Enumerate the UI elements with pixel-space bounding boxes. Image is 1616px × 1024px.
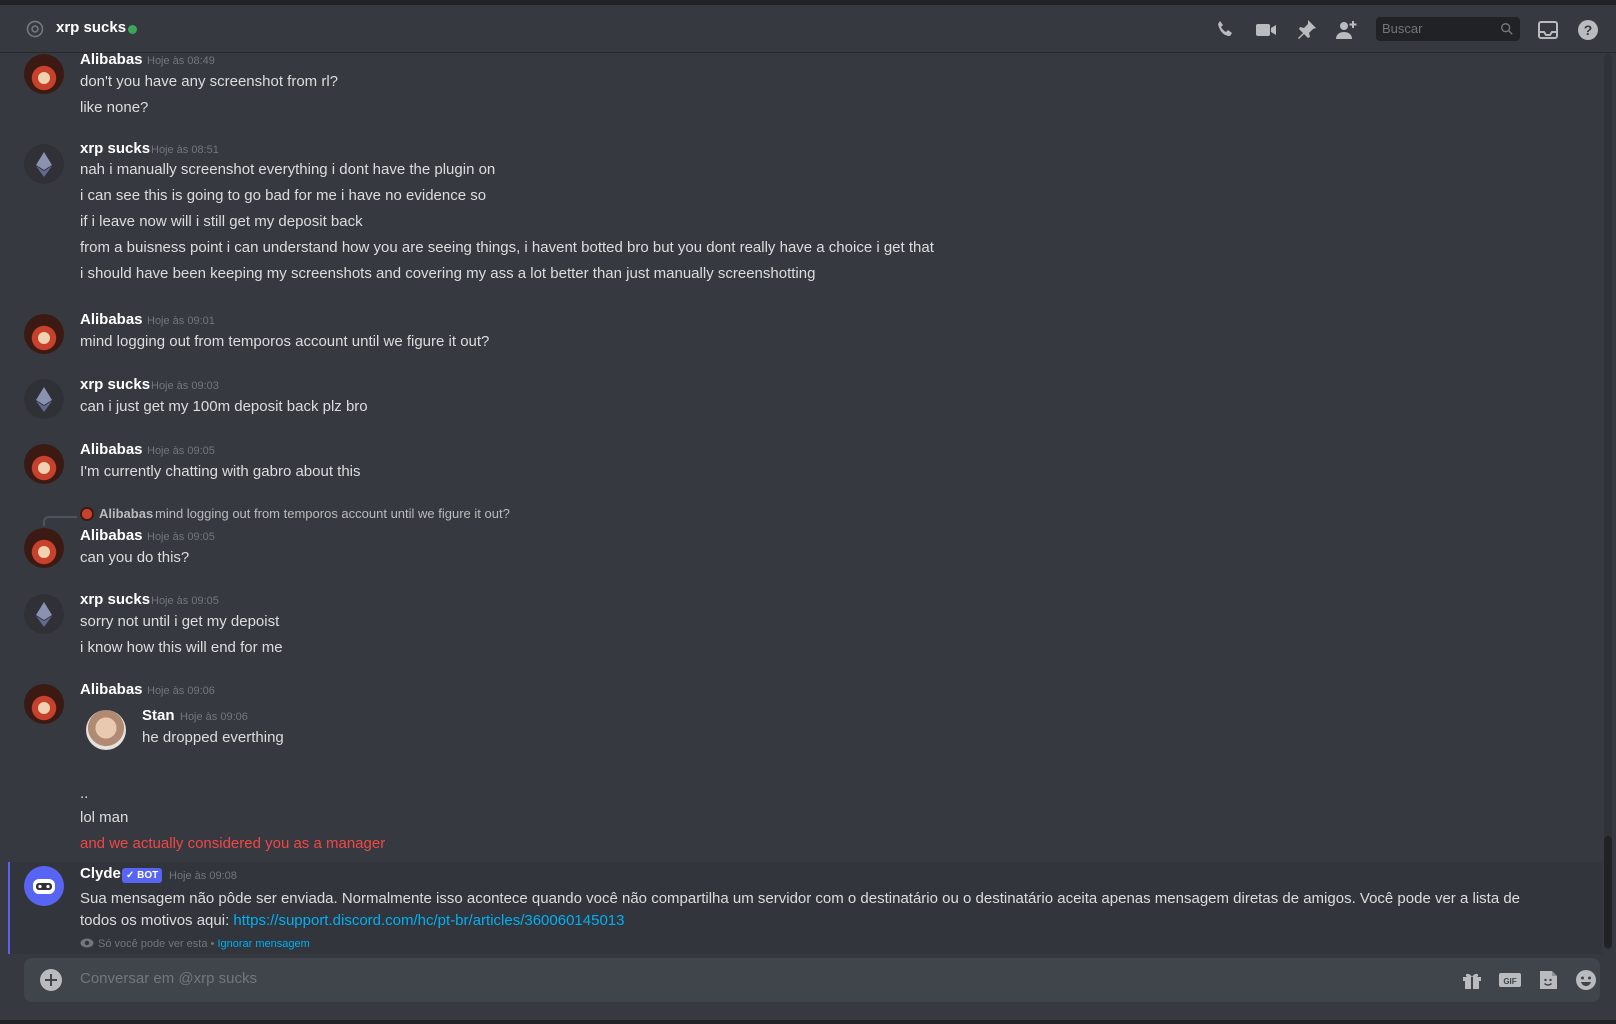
gif-icon[interactable]: GIF xyxy=(1498,968,1522,992)
avatar[interactable] xyxy=(24,594,64,634)
online-status-icon xyxy=(128,25,137,34)
svg-text:?: ? xyxy=(1584,22,1593,38)
window-bottom-bar xyxy=(0,1020,1616,1024)
avatar[interactable] xyxy=(24,54,64,94)
sticker-icon[interactable] xyxy=(1536,968,1560,992)
username[interactable]: Alibabas xyxy=(80,527,143,544)
username[interactable]: Alibabas xyxy=(80,51,143,68)
bot-badge: ✓ BOT xyxy=(122,868,163,883)
pin-icon[interactable] xyxy=(1294,18,1318,42)
message-text: I'm currently chatting with gabro about … xyxy=(80,463,361,480)
timestamp: Hoje às 09:03 xyxy=(151,380,219,392)
ethereum-icon xyxy=(36,152,52,177)
timestamp: Hoje às 09:05 xyxy=(151,595,219,607)
message-text: like none? xyxy=(80,99,149,116)
ephemeral-note: Só você pode ver esta • Ignorar mensagem xyxy=(80,938,310,950)
search-icon[interactable] xyxy=(1500,22,1514,36)
message-text: lol man xyxy=(80,809,129,826)
add-friend-icon[interactable] xyxy=(1334,18,1358,42)
add-attachment-icon[interactable] xyxy=(40,969,62,991)
message-input-placeholder[interactable]: Conversar em @xrp sucks xyxy=(80,970,257,987)
message-text: don't you have any screenshot from rl? xyxy=(80,73,339,90)
channel-title: xrp sucks xyxy=(56,19,127,36)
ethereum-icon xyxy=(36,602,52,627)
message-text: from a buisness point i can understand h… xyxy=(80,239,934,256)
avatar[interactable] xyxy=(24,144,64,184)
username[interactable]: Clyde xyxy=(80,865,121,882)
avatar[interactable] xyxy=(24,684,64,724)
avatar[interactable] xyxy=(24,866,64,906)
reply-author[interactable]: Alibabas xyxy=(99,506,153,521)
reply-avatar[interactable] xyxy=(80,507,94,521)
dismiss-message-link[interactable]: Ignorar mensagem xyxy=(217,938,309,950)
quoted-username[interactable]: Stan xyxy=(142,707,175,724)
message-text: Sua mensagem não pôde ser enviada. Norma… xyxy=(80,888,1550,932)
username[interactable]: xrp sucks xyxy=(80,140,150,157)
message-text: can i just get my 100m deposit back plz … xyxy=(80,398,368,415)
avatar[interactable] xyxy=(86,710,126,750)
username[interactable]: Alibabas xyxy=(80,311,143,328)
message-text: mind logging out from temporos account u… xyxy=(80,333,490,350)
timestamp: Hoje às 09:05 xyxy=(147,531,215,543)
timestamp: Hoje às 09:08 xyxy=(169,870,237,882)
video-icon[interactable] xyxy=(1254,18,1278,42)
emoji-icon[interactable] xyxy=(1574,968,1598,992)
scrollbar-track[interactable] xyxy=(1604,54,1612,950)
message-list: Alibabas Hoje às 08:49 don't you have an… xyxy=(0,51,1616,950)
message-text: i can see this is going to go bad for me… xyxy=(80,187,487,204)
username[interactable]: Alibabas xyxy=(80,681,143,698)
gift-icon[interactable] xyxy=(1460,968,1484,992)
call-icon[interactable] xyxy=(1214,18,1238,42)
message-text: if i leave now will i still get my depos… xyxy=(80,213,363,230)
timestamp: Hoje às 08:51 xyxy=(151,144,219,156)
avatar[interactable] xyxy=(24,444,64,484)
message-text: .. xyxy=(80,785,89,802)
message-composer[interactable]: Conversar em @xrp sucks GIF xyxy=(24,958,1600,1002)
ethereum-icon xyxy=(36,387,52,412)
inbox-icon[interactable] xyxy=(1536,18,1560,42)
channel-header: xrp sucks Buscar ? xyxy=(0,5,1616,53)
avatar[interactable] xyxy=(24,314,64,354)
reply-preview[interactable]: mind logging out from temporos account u… xyxy=(155,506,510,521)
ephemeral-note-text: Só você pode ver esta • xyxy=(98,938,215,950)
scrollbar-thumb[interactable] xyxy=(1604,836,1612,948)
support-link[interactable]: https://support.discord.com/hc/pt-br/art… xyxy=(233,912,624,929)
message-text: sorry not until i get my depoist xyxy=(80,613,280,630)
message-text: i know how this will end for me xyxy=(80,639,283,656)
timestamp: Hoje às 08:49 xyxy=(147,55,215,67)
message-text: i should have been keeping my screenshot… xyxy=(80,265,816,282)
username[interactable]: Alibabas xyxy=(80,441,143,458)
search-placeholder: Buscar xyxy=(1382,21,1423,36)
username[interactable]: xrp sucks xyxy=(80,376,150,393)
avatar[interactable] xyxy=(24,528,64,568)
message-text: can you do this? xyxy=(80,549,190,566)
at-icon xyxy=(26,20,44,38)
reply-spine xyxy=(43,516,77,526)
quoted-text: he dropped everthing xyxy=(142,729,284,746)
svg-text:GIF: GIF xyxy=(1503,977,1516,986)
timestamp: Hoje às 09:05 xyxy=(147,445,215,457)
username[interactable]: xrp sucks xyxy=(80,591,150,608)
quoted-timestamp: Hoje às 09:06 xyxy=(180,711,248,723)
eye-icon xyxy=(80,938,94,948)
search-input[interactable]: Buscar xyxy=(1376,17,1520,41)
timestamp: Hoje às 09:06 xyxy=(147,685,215,697)
help-icon[interactable]: ? xyxy=(1576,18,1600,42)
message-text: and we actually considered you as a mana… xyxy=(80,835,386,852)
clyde-robot-icon xyxy=(33,879,55,894)
timestamp: Hoje às 09:01 xyxy=(147,315,215,327)
avatar[interactable] xyxy=(24,379,64,419)
message-text: nah i manually screenshot everything i d… xyxy=(80,161,496,178)
